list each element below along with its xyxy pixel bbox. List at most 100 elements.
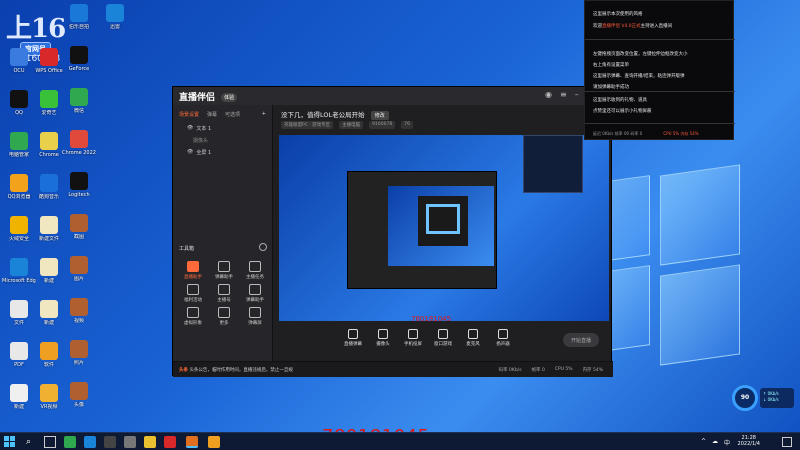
toolbox-item[interactable]: 虚拟形象	[179, 307, 207, 326]
control-button[interactable]: 扬声器	[489, 329, 517, 347]
tool-label: 主播号	[217, 298, 231, 303]
control-button[interactable]: 手机投屏	[399, 329, 427, 347]
taskbar-app-icon[interactable]	[104, 436, 116, 448]
notice-line: 这里展示弹幕、查询开播/结束，粘连弹开版弹	[593, 73, 685, 79]
stream-title: 没下几，值得LOL老公局开始 修改	[281, 109, 389, 120]
performance-gauge[interactable]: 90	[732, 385, 758, 411]
desktop-icon[interactable]: OCU	[2, 48, 36, 74]
desktop-icon[interactable]: 迅雷	[98, 4, 132, 30]
start-stream-button[interactable]: 开始直播	[563, 333, 599, 347]
taskbar-app-icon[interactable]	[64, 436, 76, 448]
desktop-icon[interactable]: 图片	[62, 256, 96, 282]
add-scene-icon[interactable]: +	[262, 111, 266, 118]
control-button[interactable]: 窗口游戏	[429, 329, 457, 347]
tray-icon[interactable]: 中	[724, 438, 730, 447]
scene-item[interactable]: 👁 全屏 1	[173, 146, 272, 158]
toolbox-item[interactable]: 直播助手	[179, 261, 207, 280]
tab-options[interactable]: 可选项	[225, 111, 240, 118]
stream-device[interactable]: 主播电脑	[339, 121, 364, 129]
desktop-icon[interactable]: 新建	[2, 384, 36, 410]
toolbox-item[interactable]: 弹幕助手	[241, 284, 269, 303]
taskbar-app-icon[interactable]	[164, 436, 176, 448]
avatar-icon[interactable]: ◉	[545, 90, 552, 99]
taskbar-clock[interactable]: 21:28 2022/1/4	[738, 435, 760, 447]
menu-icon[interactable]: ≡	[560, 90, 567, 99]
desktop-icon-label: QQ	[15, 110, 23, 116]
desktop-icon[interactable]: 照片	[62, 340, 96, 366]
toolbox-item[interactable]: 更多	[210, 307, 238, 326]
live-notice-panel: 延迟 0Kb/s 帧率 00 码率 0 CPU 5% 内存 54% 这里展示本次…	[584, 0, 735, 140]
desktop-icon[interactable]: 软件	[32, 342, 66, 368]
eye-icon[interactable]: 👁	[187, 149, 193, 155]
desktop-icon[interactable]: 新建	[32, 300, 66, 326]
toolbox-item[interactable]: 弹幕助手	[210, 261, 238, 280]
desktop-icon[interactable]: 火绒安全	[2, 216, 36, 242]
taskbar-app-icon[interactable]	[124, 436, 136, 448]
tray-icon[interactable]: ^	[701, 438, 706, 447]
scene-item[interactable]: 摄像头	[173, 134, 272, 146]
scene-item[interactable]: 👁 文本 1	[173, 122, 272, 134]
toolbox-item[interactable]: 主播任务	[241, 261, 269, 280]
eye-icon[interactable]: 👁	[187, 125, 193, 131]
desktop-icon[interactable]: 电脑管家	[2, 132, 36, 158]
desktop-icon[interactable]: Chrome 2022	[62, 130, 96, 156]
room-id-overlay: 780181045	[411, 315, 452, 323]
app-titlebar[interactable]: 直播伴侣 体验 ◉ ≡ – □ ×	[173, 87, 613, 105]
notice-line-pre: 这里展示收到的礼物、道具	[593, 98, 647, 103]
tab-danmaku[interactable]: 弹幕	[207, 111, 217, 118]
taskbar-app-icon[interactable]	[84, 436, 96, 448]
tray-icon[interactable]: ☁	[712, 438, 718, 447]
notice-line-pre: 点赞里还可以展示小礼物屏蔽	[593, 109, 652, 114]
minimize-icon[interactable]: –	[575, 90, 579, 99]
desktop-icon-label: 新建	[43, 320, 54, 326]
desktop-icon[interactable]: VR视频	[32, 384, 66, 410]
tool-icon	[187, 261, 199, 272]
desktop-icon[interactable]: Chrome	[32, 132, 66, 158]
edit-title-button[interactable]: 修改	[370, 111, 389, 120]
control-button[interactable]: 摄像头	[369, 329, 397, 347]
desktop-icon-label: 照片	[73, 360, 84, 366]
desktop-icon[interactable]: 截图	[62, 214, 96, 240]
desktop-icon[interactable]: WPS Office	[32, 48, 66, 74]
desktop-icon[interactable]: 酷狗音乐	[32, 174, 66, 200]
desktop-icon[interactable]: 爱奇艺	[32, 90, 66, 116]
desktop-icon-label: QQ浏览器	[7, 194, 31, 200]
control-button[interactable]: 麦克风	[459, 329, 487, 347]
stream-category[interactable]: 英雄联盟PC · 游戏专区	[281, 121, 334, 129]
collapse-icon[interactable]	[259, 243, 267, 251]
desktop-icon[interactable]: 伯乐自拍	[62, 4, 96, 30]
tool-icon	[218, 261, 230, 272]
control-button[interactable]: 直播弹幕	[339, 329, 367, 347]
search-icon[interactable]: ⌕	[26, 436, 38, 448]
taskbar-app-icon[interactable]	[186, 436, 198, 448]
desktop-icon[interactable]: 新建	[32, 258, 66, 284]
stream-preview[interactable]	[279, 135, 609, 321]
tab-scenes[interactable]: 场景设置	[179, 111, 199, 118]
task-view-icon[interactable]	[44, 436, 56, 448]
taskbar-app-icon[interactable]	[208, 436, 220, 448]
desktop-icon[interactable]: PDF	[2, 342, 36, 368]
taskbar-app-icon[interactable]	[144, 436, 156, 448]
toolbox-item[interactable]: 福利活动	[179, 284, 207, 303]
toolbox-item[interactable]: 主播号	[210, 284, 238, 303]
desktop-icon-label: 火绒安全	[8, 236, 29, 242]
desktop-icon[interactable]: QQ浏览器	[2, 174, 36, 200]
notice-foot-right: CPU 5% 内存 54%	[663, 131, 699, 136]
desktop-icon[interactable]: Logitech	[62, 172, 96, 198]
desktop-icon[interactable]: 微信	[62, 88, 96, 114]
start-icon[interactable]	[4, 436, 16, 448]
live-streaming-app-window[interactable]: 直播伴侣 体验 ◉ ≡ – □ × 场景设置 弹幕 可选项 + 👁 文本 1 摄…	[172, 86, 613, 377]
desktop-icon[interactable]: 头像	[62, 382, 96, 408]
toolbox-item[interactable]: 弹幕屏	[241, 307, 269, 326]
desktop-icon[interactable]: 新建文件	[32, 216, 66, 242]
desktop-icon[interactable]: 视频	[62, 298, 96, 324]
desktop-icon[interactable]: 文件	[2, 300, 36, 326]
tool-label: 虚拟形象	[184, 321, 202, 326]
desktop-icon[interactable]: Microsoft Edge	[2, 258, 36, 284]
desktop-icon[interactable]: GeForce	[62, 46, 96, 72]
desktop-icon[interactable]: QQ	[2, 90, 36, 116]
notification-icon[interactable]	[782, 437, 792, 447]
notice-line: 点赞里还可以展示小礼物屏蔽	[593, 108, 652, 114]
notice-line: 右上角有设置菜单	[593, 62, 629, 68]
app-icon	[40, 342, 58, 360]
